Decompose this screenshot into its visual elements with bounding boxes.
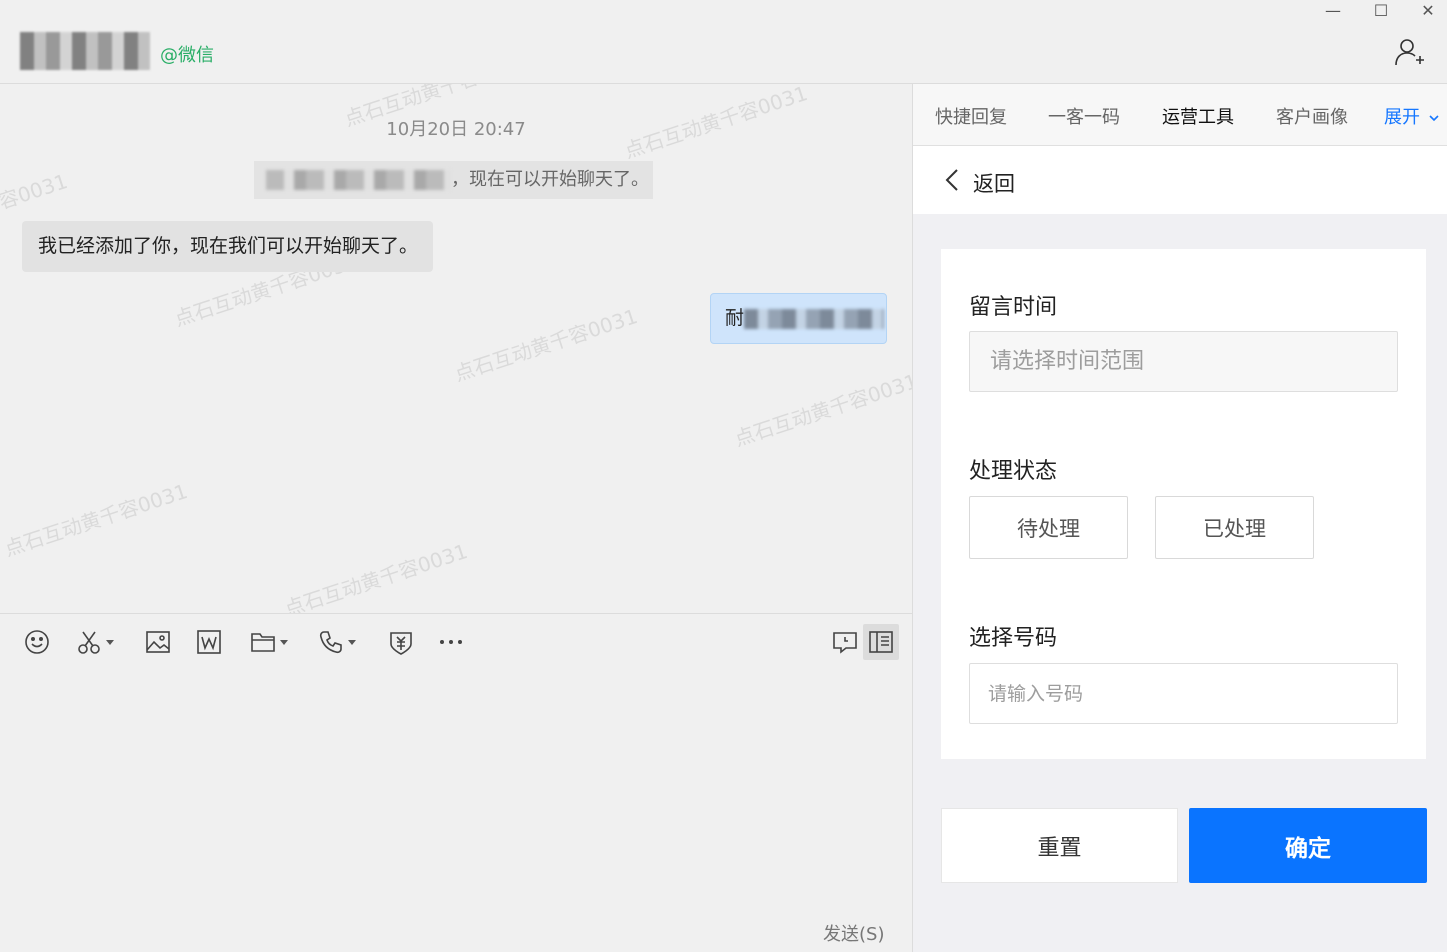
watermark: 点石互动黄千容0031 (1, 479, 191, 561)
status-pending-button[interactable]: 待处理 (969, 496, 1128, 559)
image-button[interactable] (145, 626, 171, 658)
chevron-down-icon (280, 639, 288, 645)
tab-operation-tools[interactable]: 运营工具 (1162, 103, 1234, 129)
side-panel-icon (869, 631, 893, 653)
chat-history-button[interactable] (832, 626, 858, 658)
redpacket-icon (390, 632, 412, 655)
status-label: 处理状态 (969, 459, 1058, 484)
word-icon (197, 630, 221, 654)
back-label: 返回 (973, 172, 1015, 196)
contact-platform-label: @微信 (160, 45, 214, 66)
add-contact-icon[interactable] (1393, 36, 1429, 72)
tab-one-customer-one-code[interactable]: 一客一码 (1048, 103, 1120, 129)
message-timestamp: 10月20日 20:47 (386, 119, 526, 140)
more-button[interactable] (438, 626, 464, 658)
title-bar: @微信 — ☐ ✕ (0, 0, 1447, 84)
reset-button[interactable]: 重置 (941, 808, 1178, 883)
outgoing-message-bubble[interactable]: 耐 (710, 293, 887, 344)
chevron-left-icon (945, 169, 958, 191)
watermark: 点石互动黄千容0031 (281, 539, 471, 613)
folder-icon (251, 633, 275, 652)
redacted-text (266, 170, 451, 190)
redacted-text (744, 308, 885, 329)
maximize-button[interactable]: ☐ (1358, 0, 1404, 20)
red-packet-button[interactable] (388, 626, 414, 658)
expand-tabs-button[interactable]: 展开 (1384, 103, 1440, 129)
side-panel: 快捷回复 一客一码 运营工具 客户画像 展开 返回 留言时间 处理状态 待处理 … (912, 84, 1447, 952)
watermark: 点石互动黄千容0031 (451, 304, 641, 386)
emoji-button[interactable] (24, 626, 50, 658)
back-button[interactable]: 返回 (913, 146, 1447, 214)
side-panel-toggle[interactable] (863, 624, 899, 660)
outgoing-message-text: 耐 (725, 307, 745, 329)
scissors-icon (78, 631, 100, 654)
filter-form: 留言时间 处理状态 待处理 已处理 选择号码 (941, 249, 1426, 759)
watermark: 点石互动黄千容0031 (731, 369, 912, 451)
expand-label: 展开 (1384, 107, 1420, 128)
chat-history-icon (833, 632, 857, 654)
chevron-down-icon (106, 639, 114, 645)
chevron-down-icon (1429, 115, 1439, 122)
chat-message-area[interactable]: 点石互动黄千容0031 点石互动黄千容0031 点石互动黄千容0031 点石互动… (0, 84, 912, 613)
confirm-button[interactable]: 确定 (1189, 808, 1427, 883)
system-message: ，现在可以开始聊天了。 (254, 161, 653, 199)
tab-customer-profile[interactable]: 客户画像 (1276, 103, 1348, 129)
status-processed-button[interactable]: 已处理 (1155, 496, 1314, 559)
call-button[interactable] (318, 626, 356, 658)
close-button[interactable]: ✕ (1405, 0, 1447, 20)
message-input-area[interactable] (0, 669, 912, 952)
phone-icon (319, 631, 342, 654)
composer-toolbar (0, 613, 912, 669)
system-message-text: ，现在可以开始聊天了。 (451, 169, 649, 190)
time-range-input[interactable] (969, 331, 1398, 392)
minimize-button[interactable]: — (1310, 0, 1356, 20)
file-button[interactable] (250, 626, 288, 658)
number-input[interactable] (969, 663, 1398, 724)
number-label: 选择号码 (969, 626, 1058, 651)
emoji-icon (25, 630, 49, 654)
contact-name-redacted (20, 32, 150, 70)
time-label: 留言时间 (969, 295, 1058, 320)
image-icon (146, 631, 170, 653)
document-button[interactable] (196, 626, 222, 658)
tab-quick-reply[interactable]: 快捷回复 (935, 103, 1007, 129)
incoming-message-bubble[interactable]: 我已经添加了你，现在我们可以开始聊天了。 (22, 221, 433, 272)
panel-tabs: 快捷回复 一客一码 运营工具 客户画像 展开 (913, 84, 1447, 146)
more-icon (440, 640, 462, 644)
chevron-down-icon (348, 639, 356, 645)
send-button[interactable]: 发送(S) (823, 920, 884, 946)
screenshot-button[interactable] (76, 626, 114, 658)
